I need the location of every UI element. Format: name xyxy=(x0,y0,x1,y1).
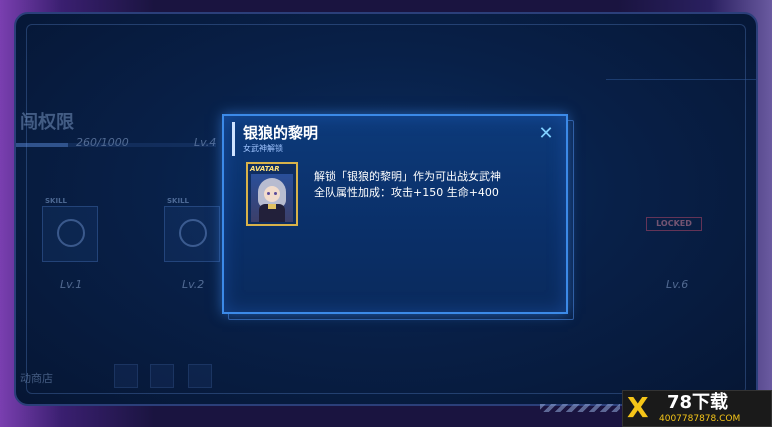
progress-text: 260/1000 xyxy=(76,136,129,149)
locked-badge: LOCKED xyxy=(646,217,702,231)
dialog-title: 银狼的黎明 xyxy=(243,124,319,142)
skill-tag: SKILL xyxy=(45,197,67,205)
progress-fill xyxy=(16,143,68,147)
unlock-description: 解锁「银狼的黎明」作为可出战女武神 xyxy=(314,170,501,183)
watermark-brand: 78下载 xyxy=(667,392,729,413)
skill-tag: SKILL xyxy=(167,197,189,205)
bottom-icon-2[interactable] xyxy=(150,364,174,388)
skill-slot-1[interactable]: SKILL xyxy=(42,197,98,262)
watermark-url: 4007787878.COM xyxy=(659,414,741,424)
bottom-icon-3[interactable] xyxy=(188,364,212,388)
top-right-bar xyxy=(606,70,756,80)
unlock-dialog: 银狼的黎明 女武神解锁 ✕ AVATAR 解锁「银狼的黎明」作为可出战女武神 全… xyxy=(222,114,568,314)
shop-label: 动商店 xyxy=(20,372,53,385)
portrait-eye xyxy=(267,192,270,195)
skill-level-6: Lv.6 xyxy=(666,278,689,291)
avatar-tag: AVATAR xyxy=(250,165,280,173)
dialog-subtitle: 女武神解锁 xyxy=(243,144,283,153)
watermark-logo: X 78下载 4007787878.COM xyxy=(622,390,772,427)
character-portrait xyxy=(251,174,293,222)
team-bonus-text: 全队属性加成：攻击+150 生命+400 xyxy=(314,186,499,199)
portrait-bow xyxy=(268,204,276,209)
close-button[interactable]: ✕ xyxy=(536,124,556,144)
skill-slot-2[interactable]: SKILL xyxy=(164,197,220,262)
dialog-header: 银狼的黎明 女武神解锁 xyxy=(232,122,562,156)
decorative-stripes xyxy=(540,404,620,412)
avatar-card[interactable]: AVATAR xyxy=(246,162,298,226)
next-level-label: Lv.4 xyxy=(194,136,217,149)
bottom-icon-1[interactable] xyxy=(114,364,138,388)
skill-level-2: Lv.2 xyxy=(182,278,205,291)
portrait-eye xyxy=(274,192,277,195)
watermark-x-icon: X xyxy=(627,391,649,424)
skill-icon xyxy=(57,219,85,247)
skill-icon xyxy=(179,219,207,247)
background-title: 闯权限 xyxy=(20,112,74,133)
skill-level-1: Lv.1 xyxy=(60,278,83,291)
